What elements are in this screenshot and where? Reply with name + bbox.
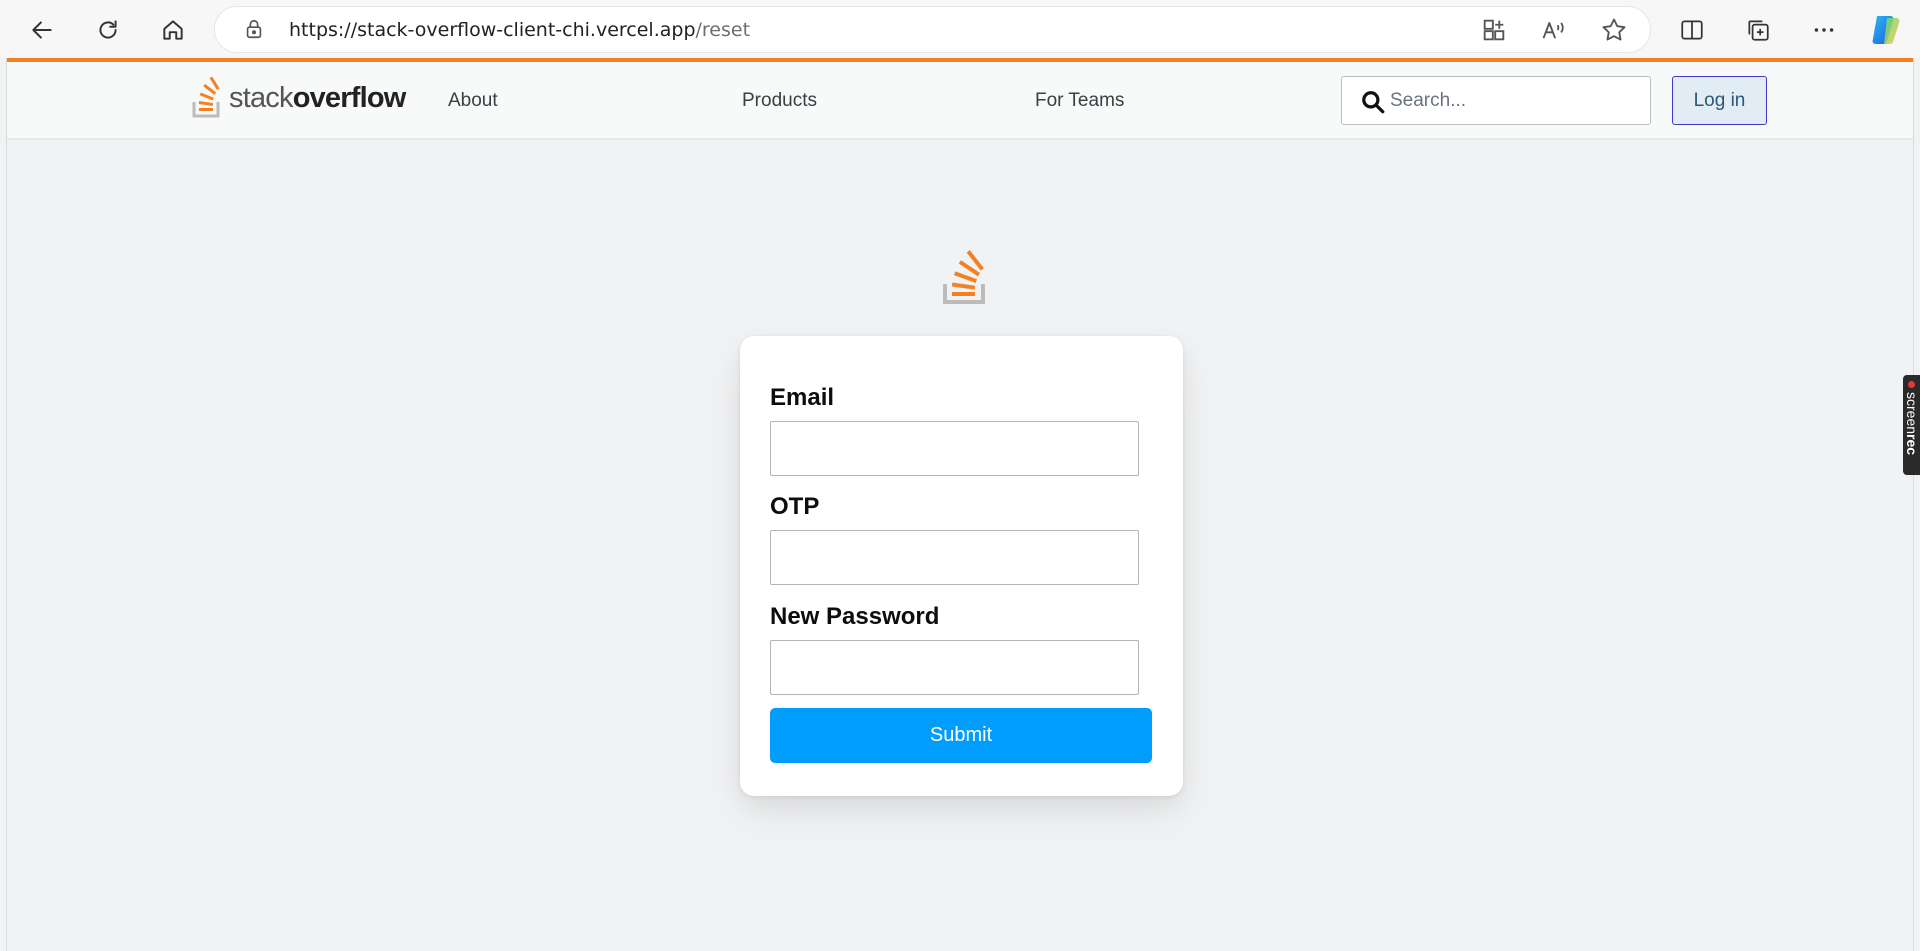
nav-link-for-teams[interactable]: For Teams <box>1035 90 1124 112</box>
reset-password-card: Email OTP New Password Submit <box>740 336 1183 796</box>
url-text[interactable]: https://stack-overflow-client-chi.vercel… <box>289 19 750 41</box>
refresh-icon[interactable] <box>88 10 128 50</box>
screenrec-widget[interactable]: screenrec <box>1903 375 1920 475</box>
collections-icon[interactable] <box>1738 10 1778 50</box>
lock-icon[interactable] <box>243 18 265 40</box>
search-input[interactable] <box>1390 85 1640 117</box>
home-icon[interactable] <box>153 10 193 50</box>
favorite-star-icon[interactable] <box>1600 16 1628 44</box>
new-password-label: New Password <box>770 603 940 630</box>
back-icon[interactable] <box>22 10 62 50</box>
page: stackoverflow About Products For Teams L… <box>6 58 1914 951</box>
stackoverflow-logo-icon <box>943 250 985 304</box>
logo-wordmark: stackoverflow <box>229 81 406 114</box>
email-field[interactable] <box>770 421 1139 476</box>
search-box[interactable] <box>1341 76 1651 125</box>
app-grid-icon[interactable] <box>1480 16 1508 44</box>
read-aloud-icon[interactable] <box>1540 16 1568 44</box>
search-icon[interactable] <box>1360 89 1386 115</box>
email-label: Email <box>770 384 835 411</box>
browser-toolbar: https://stack-overflow-client-chi.vercel… <box>0 0 1920 58</box>
screenrec-label: screenrec <box>1904 392 1920 456</box>
new-password-field[interactable] <box>770 640 1139 695</box>
login-button[interactable]: Log in <box>1672 76 1767 125</box>
otp-label: OTP <box>770 493 820 520</box>
nav-link-products[interactable]: Products <box>742 90 817 112</box>
otp-field[interactable] <box>770 530 1139 585</box>
submit-button[interactable]: Submit <box>770 708 1152 763</box>
top-navbar: stackoverflow About Products For Teams L… <box>7 58 1913 138</box>
nav-link-about[interactable]: About <box>448 90 498 112</box>
split-screen-icon[interactable] <box>1672 10 1712 50</box>
more-menu-icon[interactable] <box>1804 10 1844 50</box>
stackoverflow-logo-icon <box>192 76 220 118</box>
copilot-icon[interactable] <box>1868 12 1904 48</box>
address-bar[interactable]: https://stack-overflow-client-chi.vercel… <box>215 7 1650 52</box>
record-dot-icon <box>1908 381 1915 388</box>
stackoverflow-logo[interactable]: stackoverflow <box>191 76 406 120</box>
